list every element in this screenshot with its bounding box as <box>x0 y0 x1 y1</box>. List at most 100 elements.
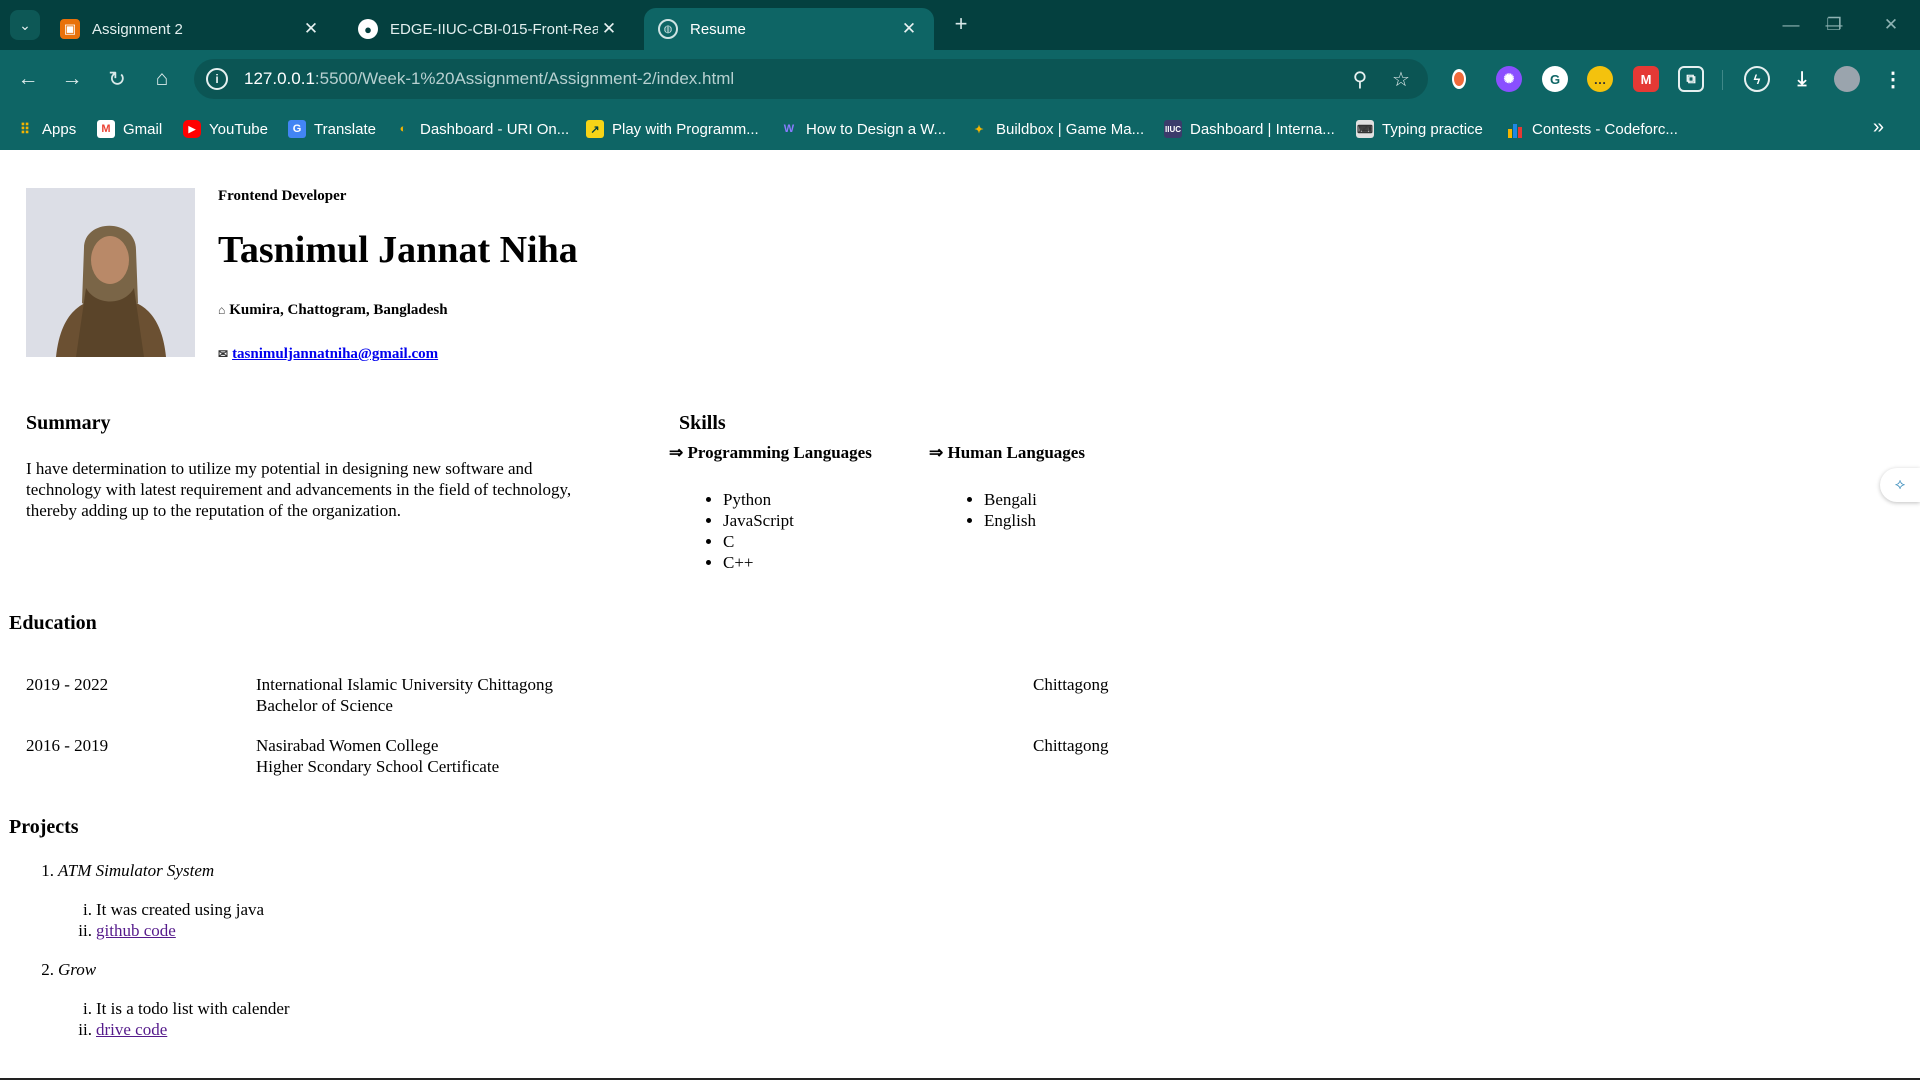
minimize-button[interactable]: — <box>1777 11 1805 39</box>
reload-icon[interactable]: ↻ <box>101 63 133 95</box>
project-subitem: ii. drive code <box>26 1019 290 1040</box>
education-place: Chittagong <box>1033 736 1109 755</box>
job-role: Frontend Developer <box>218 188 347 204</box>
github-icon: ● <box>358 19 378 39</box>
summary-text: I have determination to utilize my poten… <box>26 459 572 520</box>
project-number: 2. <box>41 960 54 979</box>
bookmark-youtube[interactable]: ▶ YouTube <box>183 118 268 140</box>
list-item: English <box>984 510 1037 531</box>
webflow-icon: W <box>783 123 795 135</box>
bookmark-translate[interactable]: G Translate <box>288 118 376 140</box>
url-path: :5500/Week-1%20Assignment/Assignment-2/i… <box>314 69 735 88</box>
extension-grammarly-icon[interactable]: G <box>1542 66 1568 92</box>
bookmark-play-programming[interactable]: ↗ Play with Programm... <box>586 118 759 140</box>
resume-page: Frontend Developer Tasnimul Jannat Niha … <box>0 150 1920 1080</box>
home-location-icon: ⌂ <box>218 303 226 317</box>
bookmark-apps[interactable]: ⠿ Apps <box>16 118 76 140</box>
tab-title: EDGE-IIUC-CBI-015-Front-React <box>390 20 598 38</box>
more-menu-icon[interactable]: ⋮ <box>1880 66 1906 92</box>
new-tab-plus-icon[interactable]: + <box>948 11 974 37</box>
profile-photo <box>26 188 195 357</box>
extension-brain-icon[interactable]: ✺ <box>1496 66 1522 92</box>
bookmark-how-to-design[interactable]: W How to Design a W... <box>780 118 946 140</box>
drive-code-link[interactable]: drive code <box>96 1020 167 1039</box>
uri-icon: ◐ <box>399 123 407 135</box>
subitem-number: ii. <box>78 921 92 940</box>
project-subitem: i. It was created using java <box>26 899 290 920</box>
bookmark-buildbox[interactable]: ✦ Buildbox | Game Ma... <box>970 118 1144 140</box>
education-years: 2016 - 2019 <box>26 736 109 755</box>
more-bookmarks-chevron-icon[interactable]: » <box>1873 116 1884 139</box>
tab-search-chevron-icon[interactable]: ⌄ <box>10 10 40 40</box>
subitem-text: It is a todo list with calender <box>96 999 290 1018</box>
profile-avatar[interactable] <box>1834 66 1860 92</box>
youtube-icon: ▶ <box>183 120 201 138</box>
subitem-number: i. <box>83 999 92 1018</box>
bookmark-label: Gmail <box>123 120 163 138</box>
bookmark-codeforces[interactable]: Contests - Codeforc... <box>1506 118 1678 140</box>
url-host: 127.0.0.1 <box>244 69 315 88</box>
restore-icon[interactable]: ❐ <box>1820 11 1848 39</box>
degree-name: Bachelor of Science <box>256 696 393 715</box>
extension-mendeley-icon[interactable]: M <box>1633 66 1659 92</box>
full-name: Tasnimul Jannat Niha <box>218 229 578 271</box>
extensions-puzzle-icon[interactable]: ⧉ <box>1678 66 1704 92</box>
projects-heading: Projects <box>9 816 79 838</box>
tab-resume[interactable]: ◍ Resume ✕ <box>644 8 934 50</box>
download-icon[interactable]: ⤓ <box>1789 66 1815 92</box>
address-bar[interactable]: i 127.0.0.1:5500/Week-1%20Assignment/Ass… <box>194 59 1428 99</box>
bookmark-label: Contests - Codeforc... <box>1532 120 1678 138</box>
tab-github-repo[interactable]: ● EDGE-IIUC-CBI-015-Front-React ✕ <box>344 8 634 50</box>
address-row: ⌂ Kumira, Chattogram, Bangladesh <box>218 302 448 319</box>
email-icon: ✉ <box>218 347 229 361</box>
bookmark-uri-dashboard[interactable]: ◐ Dashboard - URI On... <box>394 118 570 140</box>
bookmark-label: Translate <box>314 120 376 138</box>
bookmark-typing-practice[interactable]: ⌨ Typing practice <box>1356 118 1483 140</box>
institution-name: Nasirabad Women College <box>256 736 439 755</box>
summary-heading: Summary <box>26 412 111 434</box>
project-subitem: ii. github code <box>26 920 290 941</box>
project-subitems: i. It was created using java ii. github co… <box>26 899 290 941</box>
human-languages-heading: ⇒ Human Languages <box>929 443 1085 462</box>
bookmark-gmail[interactable]: M Gmail <box>97 118 162 140</box>
list-item: C++ <box>723 552 794 573</box>
assignment-icon: ▣ <box>60 19 80 39</box>
list-item: C <box>723 531 794 552</box>
programming-languages-heading: ⇒ Programming Languages <box>669 443 872 462</box>
back-arrow-icon[interactable]: ← <box>12 63 44 95</box>
zoom-magnifier-icon[interactable]: ⚲ <box>1346 65 1374 93</box>
email-link[interactable]: tasnimuljannatniha@gmail.com <box>232 346 438 363</box>
url-text[interactable]: 127.0.0.1:5500/Week-1%20Assignment/Assig… <box>244 69 734 89</box>
iiuc-icon: IIUC <box>1164 120 1182 138</box>
education-institution: Nasirabad Women College Higher Scondary … <box>256 735 499 777</box>
bookmark-label: How to Design a W... <box>806 120 947 138</box>
bookmarks-bar: ⠿ Apps M Gmail ▶ YouTube G Translate ◐ Dashbo… <box>0 108 1920 150</box>
tab-title: Resume <box>690 20 746 38</box>
home-icon[interactable]: ⌂ <box>146 63 178 95</box>
close-icon[interactable]: ✕ <box>300 18 322 40</box>
bookmark-iiuc-dashboard[interactable]: IIUC Dashboard | Interna... <box>1164 118 1335 140</box>
email-row: ✉ tasnimuljannatniha@gmail.com <box>218 346 438 363</box>
bookmark-label: Dashboard | Interna... <box>1190 120 1335 138</box>
project-subitems: i. It is a todo list with calender ii. dri… <box>26 998 290 1040</box>
codeforces-icon <box>1506 120 1524 138</box>
buildbox-icon: ✦ <box>974 123 984 136</box>
bookmark-star-icon[interactable]: ☆ <box>1387 65 1415 93</box>
bookmark-label: Typing practice <box>1382 120 1483 138</box>
tab-assignment-2[interactable]: ▣ Assignment 2 ✕ <box>46 8 336 50</box>
site-info-icon[interactable]: i <box>206 68 228 90</box>
browser-toolbar: ← → ↻ ⌂ i 127.0.0.1:5500/Week-1%20Assign… <box>0 50 1920 108</box>
forward-arrow-icon[interactable]: → <box>56 63 88 95</box>
window-close-icon[interactable]: ✕ <box>1877 11 1905 39</box>
github-code-link[interactable]: github code <box>96 921 176 940</box>
list-item: Bengali <box>984 489 1037 510</box>
side-panel-extension-icon[interactable]: ⟡ <box>1880 468 1920 502</box>
close-icon[interactable]: ✕ <box>898 18 920 40</box>
project-item: 2. Grow <box>26 959 290 980</box>
close-icon[interactable]: ✕ <box>598 18 620 40</box>
apps-grid-icon: ⠿ <box>19 120 31 137</box>
extension-chat-icon[interactable]: … <box>1587 66 1613 92</box>
education-place: Chittagong <box>1033 675 1109 694</box>
extension-orange-icon[interactable] <box>1452 69 1466 89</box>
performance-icon[interactable]: ϟ <box>1744 66 1770 92</box>
